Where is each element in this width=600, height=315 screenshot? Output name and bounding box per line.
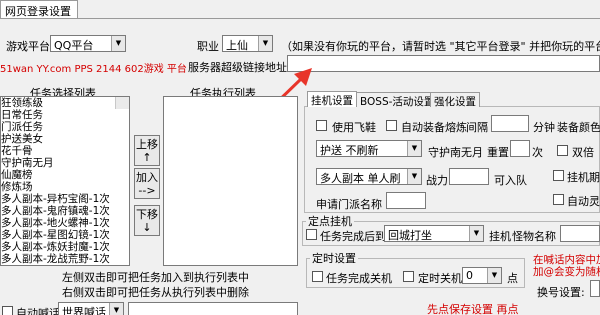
- subtab-boss[interactable]: BOSS-活动设置: [356, 92, 439, 108]
- scrollbar[interactable]: [115, 97, 129, 109]
- reset-input[interactable]: [510, 140, 530, 157]
- shout-channel-value: 世界喊话: [62, 306, 106, 315]
- auto-shout-checkbox[interactable]: [2, 306, 13, 315]
- shout-content-input[interactable]: [128, 302, 298, 315]
- chevron-down-icon: ▼: [258, 36, 272, 51]
- server-url-input[interactable]: [287, 55, 600, 72]
- hangup-label: 挂机: [489, 230, 511, 243]
- timed-shutdown-select[interactable]: 0 ▼: [462, 267, 502, 284]
- timer-hangup-title: 定点挂机: [306, 213, 354, 229]
- chevron-down-icon: ▼: [407, 141, 421, 156]
- shout-channel-select[interactable]: 世界喊话 ▼: [58, 302, 124, 315]
- career-label: 职业: [197, 40, 219, 53]
- list-item[interactable]: 多人副本-星图幻镜-1次: [1, 229, 129, 241]
- hint-right-dblclick: 右侧双击即可把任务从执行列表中删除: [62, 286, 249, 299]
- chevron-down-icon: ▼: [469, 226, 483, 241]
- platform-hint: （如果没有你玩的平台，请暂时选 "其它平台登录" 并把你玩的平台网址: [281, 40, 600, 53]
- list-item[interactable]: 守护南无月: [1, 157, 129, 169]
- chevron-down-icon: ▼: [487, 268, 501, 283]
- chevron-down-icon: ▼: [111, 36, 125, 51]
- point-label: 点: [507, 272, 518, 285]
- move-up-button[interactable]: 上移 ↑: [134, 135, 160, 166]
- tab-web-login-settings[interactable]: 网页登录设置: [0, 0, 78, 18]
- double-checkbox[interactable]: [557, 145, 568, 156]
- change-account-input[interactable]: [590, 280, 600, 297]
- schedule-title: 定时设置: [310, 250, 358, 266]
- escort-select[interactable]: 护送 不刷新 ▼: [316, 140, 422, 157]
- save-note: 先点保存设置 再点: [427, 303, 519, 315]
- list-item[interactable]: 多人副本-炼妖封魔-1次: [1, 241, 129, 253]
- add-button[interactable]: 加入 -->: [134, 168, 160, 199]
- hangup-alert-label: 挂机期: [567, 171, 600, 184]
- chevron-down-icon: ▼: [109, 303, 123, 315]
- hint-left-dblclick: 左侧双击即可把任务加入到执行列表中: [62, 271, 249, 284]
- minutes-label: 分钟: [533, 121, 555, 134]
- apply-sect-input[interactable]: [386, 192, 426, 209]
- task-done-to-checkbox[interactable]: [306, 229, 317, 240]
- shout-note-line2: 加@会变为随机: [533, 266, 600, 278]
- hangup-alert-checkbox[interactable]: [553, 170, 564, 181]
- hangup-map-value: 回城打坐: [388, 229, 432, 242]
- brand-text: 51wan YY.com PPS 2144 602游戏 平台: [0, 64, 187, 75]
- chevron-down-icon: ▼: [407, 169, 421, 184]
- list-item[interactable]: 日常任务: [1, 109, 129, 121]
- timed-shutdown-checkbox[interactable]: [403, 271, 414, 282]
- subtab-hangup[interactable]: 挂机设置: [307, 91, 357, 107]
- task-exec-list[interactable]: [163, 96, 298, 266]
- use-fly-label: 使用飞鞋: [332, 121, 376, 134]
- move-down-button[interactable]: 下移 ↓: [134, 205, 160, 236]
- task-done-to-label: 任务完成后到: [320, 230, 386, 243]
- timed-shutdown-label: 定时关机: [418, 272, 462, 285]
- escort-value: 护送 不刷新: [320, 144, 379, 157]
- auto-soul-label: 自动灵: [567, 195, 600, 208]
- can-join-label: 可入队: [494, 174, 527, 187]
- list-item[interactable]: 多人副本-异朽宝阁-1次: [1, 193, 129, 205]
- monster-name-label: 怪物名称: [512, 230, 556, 243]
- list-item[interactable]: 多人副本-龙战荒野-1次: [1, 253, 129, 265]
- task-done-shutdown-checkbox[interactable]: [312, 271, 323, 282]
- auto-smelt-checkbox[interactable]: [386, 120, 397, 131]
- equip-color-label: 装备颜色: [557, 121, 600, 134]
- double-label: 双倍: [572, 146, 594, 159]
- auto-shout-label: 自动喊话: [16, 307, 60, 315]
- list-item[interactable]: 狂领练级: [1, 97, 129, 109]
- interval-label: 间隔: [466, 121, 488, 134]
- tab-divider: [0, 18, 600, 19]
- list-item[interactable]: 门派任务: [1, 121, 129, 133]
- list-item[interactable]: 花千骨: [1, 145, 129, 157]
- timed-value: 0: [466, 269, 473, 282]
- career-select[interactable]: 上仙 ▼: [222, 35, 273, 52]
- subtab-enhance[interactable]: 强化设置: [430, 92, 480, 108]
- list-item[interactable]: 修炼场: [1, 181, 129, 193]
- task-done-shutdown-label: 任务完成关机: [326, 272, 392, 285]
- reset-label: 重置: [487, 146, 509, 159]
- use-fly-checkbox[interactable]: [316, 120, 327, 131]
- auto-smelt-label: 自动装备熔炼: [401, 121, 467, 134]
- list-item[interactable]: 仙魔榜: [1, 169, 129, 181]
- change-account-label: 换号设置:: [537, 286, 585, 299]
- list-item[interactable]: 护送美女: [1, 133, 129, 145]
- list-item[interactable]: 多人副本-瑶池斗仙-1次: [1, 265, 129, 266]
- auto-soul-checkbox[interactable]: [553, 194, 564, 205]
- interval-input[interactable]: [491, 115, 529, 132]
- career-value: 上仙: [226, 39, 248, 52]
- task-select-list[interactable]: 狂领练级 日常任务 门派任务 护送美女 花千骨 守护南无月 仙魔榜 修炼场 多人副本-异朽宝阁-…: [0, 96, 130, 266]
- platform-value: QQ平台: [54, 39, 94, 52]
- list-item[interactable]: 多人副本-地火螺神-1次: [1, 217, 129, 229]
- times-label: 次: [532, 146, 543, 159]
- hangup-map-select[interactable]: 回城打坐 ▼: [384, 225, 484, 242]
- power-label: 战力: [426, 174, 448, 187]
- list-item[interactable]: 多人副本-鬼府镇魂-1次: [1, 205, 129, 217]
- platform-label: 游戏平台: [6, 40, 50, 53]
- power-input[interactable]: [449, 168, 489, 185]
- monster-name-input[interactable]: [560, 225, 600, 242]
- dungeon-value: 多人副本 单人刷: [320, 172, 401, 185]
- apply-sect-label: 申请门派名称: [316, 198, 382, 211]
- dungeon-select[interactable]: 多人副本 单人刷 ▼: [316, 168, 422, 185]
- guard-label: 守护南无月: [428, 146, 483, 159]
- platform-select[interactable]: QQ平台 ▼: [50, 35, 126, 52]
